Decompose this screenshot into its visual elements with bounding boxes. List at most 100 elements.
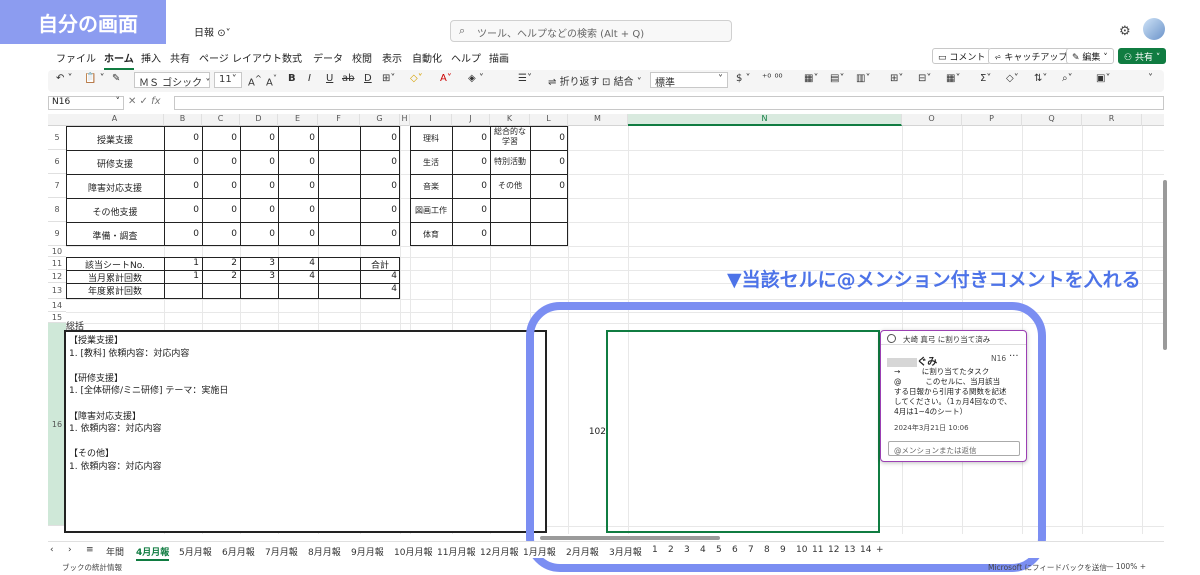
sort-filter-icon[interactable]: ⇅˅: [1034, 73, 1047, 84]
row-header-11[interactable]: 11: [48, 257, 66, 270]
font-grow-icon[interactable]: A^: [248, 73, 262, 88]
column-header-G[interactable]: G: [360, 114, 400, 126]
sheet-tab[interactable]: 1: [652, 545, 658, 555]
subject-value-2[interactable]: 0: [530, 157, 565, 167]
sheet-row-total[interactable]: 4: [360, 284, 397, 294]
support-value[interactable]: 0: [202, 157, 237, 167]
search-box[interactable]: ⌕ ツール、ヘルプなどの検索 (Alt + Q): [450, 20, 732, 42]
comment-reply-input[interactable]: @メンションまたは返信: [888, 441, 1020, 456]
horizontal-scrollbar[interactable]: [540, 536, 720, 540]
subject-value[interactable]: 0: [452, 157, 487, 167]
sheet-tab[interactable]: 5月月報: [179, 545, 212, 558]
sheet-tab[interactable]: 3: [684, 545, 690, 555]
sheet-tab[interactable]: 11: [812, 545, 823, 555]
support-value[interactable]: 0: [278, 181, 315, 191]
support-value[interactable]: 0: [360, 133, 397, 143]
sheet-tab[interactable]: 4月月報: [136, 545, 170, 561]
double-underline-button[interactable]: D: [364, 73, 372, 84]
row-header-13[interactable]: 13: [48, 283, 66, 299]
column-header-Q[interactable]: Q: [1022, 114, 1082, 126]
support-value[interactable]: 0: [278, 205, 315, 215]
sheet-row-value[interactable]: 2: [202, 271, 237, 281]
support-value[interactable]: 0: [360, 181, 397, 191]
support-value[interactable]: 0: [164, 229, 199, 239]
sheet-tab[interactable]: 11月月報: [437, 545, 475, 558]
support-value[interactable]: 0: [278, 133, 315, 143]
row-header-15[interactable]: 15: [48, 312, 66, 323]
edit-button[interactable]: ✎ 編集 ˅: [1066, 48, 1114, 64]
column-header-E[interactable]: E: [278, 114, 318, 126]
support-value[interactable]: 0: [240, 181, 275, 191]
subject-value[interactable]: 0: [452, 181, 487, 191]
comment-card[interactable]: 大崎 真弓 に割り当て済み ぐみ N16 ··· → に割り当てたタスク @ こ…: [880, 330, 1027, 462]
ribbon-collapse-icon[interactable]: ˅: [1148, 73, 1153, 84]
delete-cells-icon[interactable]: ⊟˅: [918, 73, 931, 84]
menu-11[interactable]: 描画: [489, 50, 509, 65]
menu-10[interactable]: ヘルプ: [451, 50, 481, 65]
column-header-D[interactable]: D: [240, 114, 278, 126]
number-format-select[interactable]: 標準 ˅: [650, 72, 728, 89]
currency-icon[interactable]: $ ˅: [736, 73, 751, 84]
row-header-8[interactable]: 8: [48, 198, 66, 222]
row-header-7[interactable]: 7: [48, 174, 66, 198]
catchup-button[interactable]: ⩫ キャッチアップ: [988, 48, 1074, 64]
subject-value[interactable]: 0: [452, 205, 487, 215]
support-value[interactable]: 0: [164, 205, 199, 215]
subject-value[interactable]: 0: [452, 229, 487, 239]
sheet-tab[interactable]: 5: [716, 545, 722, 555]
conditional-format-icon[interactable]: ▦˅: [804, 73, 818, 84]
sheet-row-value[interactable]: 4: [278, 271, 315, 281]
column-header-P[interactable]: P: [962, 114, 1022, 126]
summary-cell[interactable]: 【授業支援】 1. [教科] 依頼内容：対応内容 【研修支援】 1. [全体研修…: [64, 330, 547, 533]
support-value[interactable]: 0: [240, 157, 275, 167]
sheet-tab[interactable]: 12: [828, 545, 839, 555]
all-sheets-icon[interactable]: ≡: [86, 545, 94, 555]
avatar[interactable]: [1143, 18, 1165, 40]
subject-value-2[interactable]: 0: [530, 133, 565, 143]
row-header-10[interactable]: 10: [48, 246, 66, 257]
support-value[interactable]: 0: [202, 229, 237, 239]
menu-3[interactable]: 共有: [170, 50, 190, 65]
sheet-row-value[interactable]: 3: [240, 271, 275, 281]
column-header-C[interactable]: C: [202, 114, 240, 126]
column-header-N[interactable]: N: [628, 114, 902, 126]
sheet-tab[interactable]: 8: [764, 545, 770, 555]
sheet-tab[interactable]: 7月月報: [265, 545, 298, 558]
row-header-14[interactable]: 14: [48, 299, 66, 312]
column-header-H[interactable]: H: [400, 114, 410, 126]
fill-color-icon[interactable]: ◇˅: [410, 73, 423, 84]
column-header-R[interactable]: R: [1082, 114, 1142, 126]
feedback-link[interactable]: Microsoft にフィードバックを送信: [988, 562, 1107, 573]
format-cells-icon[interactable]: ▦˅: [946, 73, 960, 84]
font-color-icon[interactable]: A˅: [440, 73, 452, 84]
sheet-tab[interactable]: 2月月報: [566, 545, 599, 558]
add-sheet-icon[interactable]: +: [876, 545, 884, 555]
decimal-icons[interactable]: ⁺⁰ ⁰⁰: [762, 73, 782, 84]
tab-prev-icon[interactable]: ‹: [50, 545, 54, 555]
support-value[interactable]: 0: [240, 133, 275, 143]
row-header-9[interactable]: 9: [48, 222, 66, 246]
format-painter-icon[interactable]: ✎: [112, 73, 120, 84]
border-icon[interactable]: ⊞˅: [382, 73, 395, 84]
sheet-tab[interactable]: 2: [668, 545, 674, 555]
column-header-S[interactable]: S: [1142, 114, 1164, 126]
support-value[interactable]: 0: [164, 133, 199, 143]
column-header-B[interactable]: B: [164, 114, 202, 126]
support-value[interactable]: 0: [278, 229, 315, 239]
sheet-tab[interactable]: 6月月報: [222, 545, 255, 558]
row-header-6[interactable]: 6: [48, 150, 66, 174]
merge-button[interactable]: ⊡ 結合 ˅: [602, 73, 642, 88]
formula-input[interactable]: [174, 96, 1164, 110]
sheet-tab[interactable]: 3月月報: [609, 545, 642, 558]
support-value[interactable]: 0: [240, 229, 275, 239]
gear-icon[interactable]: ⚙: [1119, 24, 1131, 39]
row-header-12[interactable]: 12: [48, 270, 66, 283]
sheet-row-value[interactable]: 1: [164, 271, 199, 281]
sheet-tab[interactable]: 9: [780, 545, 786, 555]
eraser-icon[interactable]: ◈ ˅: [468, 73, 484, 84]
menu-2[interactable]: 挿入: [141, 50, 161, 65]
more-icon[interactable]: ···: [1009, 351, 1019, 362]
subject-value[interactable]: 0: [452, 133, 487, 143]
sheet-tab[interactable]: 4: [700, 545, 706, 555]
subject-value-2[interactable]: 0: [530, 181, 565, 191]
